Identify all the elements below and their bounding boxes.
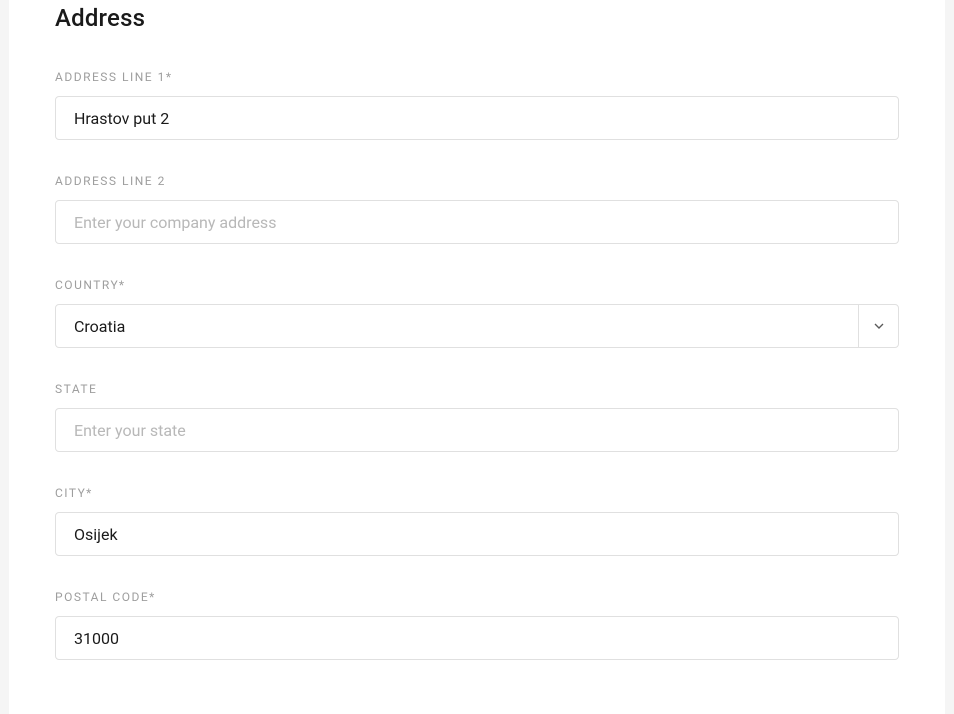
input-address-line-2[interactable] <box>55 200 899 244</box>
input-state[interactable] <box>55 408 899 452</box>
form-group-address-line-1: ADDRESS LINE 1* <box>55 70 899 140</box>
label-address-line-1: ADDRESS LINE 1* <box>55 70 899 84</box>
input-city[interactable] <box>55 512 899 556</box>
select-country[interactable]: Croatia <box>55 304 899 348</box>
label-address-line-2: ADDRESS LINE 2 <box>55 174 899 188</box>
input-postal-code[interactable] <box>55 616 899 660</box>
label-country: COUNTRY* <box>55 278 899 292</box>
form-group-city: CITY* <box>55 486 899 556</box>
page-wrapper: Address ADDRESS LINE 1* ADDRESS LINE 2 C… <box>0 0 954 714</box>
label-postal-code: POSTAL CODE* <box>55 590 899 604</box>
form-group-country: COUNTRY* Croatia <box>55 278 899 348</box>
label-state: STATE <box>55 382 899 396</box>
section-title: Address <box>55 4 899 32</box>
chevron-down-icon <box>858 305 898 347</box>
form-group-address-line-2: ADDRESS LINE 2 <box>55 174 899 244</box>
input-address-line-1[interactable] <box>55 96 899 140</box>
form-group-state: STATE <box>55 382 899 452</box>
address-card: Address ADDRESS LINE 1* ADDRESS LINE 2 C… <box>9 0 945 714</box>
form-group-postal-code: POSTAL CODE* <box>55 590 899 660</box>
select-country-value: Croatia <box>56 317 858 336</box>
label-city: CITY* <box>55 486 899 500</box>
